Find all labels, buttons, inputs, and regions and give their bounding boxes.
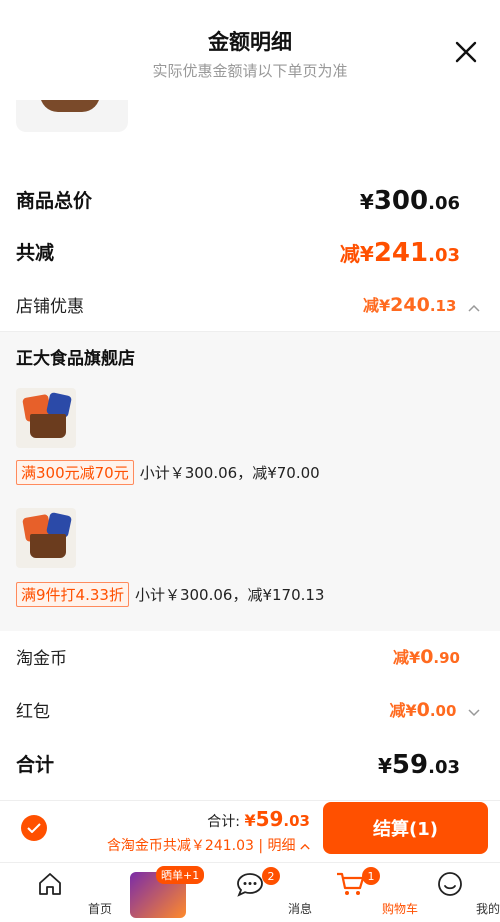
product-image[interactable] bbox=[16, 508, 76, 568]
chat-icon bbox=[236, 871, 264, 901]
store-discount-row[interactable]: 店铺优惠 减¥240.13 bbox=[0, 292, 500, 322]
total-reduce-value: 减¥241.03 bbox=[339, 238, 460, 268]
store-discount-label: 店铺优惠 bbox=[16, 297, 84, 317]
sheet-title: 金额明细 bbox=[208, 30, 292, 54]
close-icon[interactable] bbox=[454, 40, 478, 64]
redpacket-row[interactable]: 红包 减¥0.00 bbox=[0, 697, 500, 727]
tab-cart[interactable]: 1 购物车 bbox=[300, 863, 418, 922]
promo-tag: 满300元减70元 bbox=[16, 460, 134, 485]
sheet-subtitle: 实际优惠金额请以下单页为准 bbox=[152, 62, 348, 80]
total-row: 合计 ¥59.03 bbox=[0, 750, 500, 782]
home-icon bbox=[37, 871, 63, 901]
checkout-bar: 合计: ¥59.03 含淘金币共减￥241.03 | 明细 结算(1) bbox=[0, 800, 500, 862]
footer-total: 合计: ¥59.03 bbox=[207, 807, 310, 831]
promo-badge: 晒单+1 bbox=[156, 866, 205, 884]
chevron-down-icon[interactable] bbox=[468, 702, 480, 721]
footer-detail-link[interactable]: 含淘金币共减￥241.03 | 明细 bbox=[107, 835, 310, 855]
promo-line: 满9件打4.33折 小计￥300.06，减¥170.13 bbox=[16, 582, 324, 607]
total-label: 合计 bbox=[16, 754, 55, 776]
coin-row: 淘金币 减¥0.90 bbox=[0, 644, 500, 674]
checkout-button[interactable]: 结算(1) bbox=[323, 802, 488, 854]
bottom-tab-bar: 首页 2 消息 1 购物车 我的淘宝 bbox=[0, 862, 500, 922]
smile-icon bbox=[437, 871, 463, 901]
chevron-up-icon bbox=[300, 843, 310, 850]
store-discount-value: 减¥240.13 bbox=[363, 292, 480, 316]
product-image[interactable] bbox=[16, 388, 76, 448]
promo-detail: 小计￥300.06，减¥170.13 bbox=[134, 586, 325, 604]
total-reduce-label: 共减 bbox=[16, 242, 55, 264]
promo-tag: 满9件打4.33折 bbox=[16, 582, 129, 607]
tab-mine[interactable]: 我的淘宝 bbox=[400, 863, 500, 922]
total-value: ¥59.03 bbox=[378, 750, 460, 780]
cart-badge: 1 bbox=[362, 867, 380, 885]
store-detail-panel: 正大食品旗舰店 满300元减70元 小计￥300.06，减¥70.00 满9件打… bbox=[0, 331, 500, 631]
promo-detail: 小计￥300.06，减¥70.00 bbox=[139, 464, 320, 482]
goods-total-row: 商品总价 ¥300.06 bbox=[0, 186, 500, 218]
cart-icon bbox=[335, 871, 365, 901]
select-all-checkbox[interactable] bbox=[21, 815, 47, 841]
messages-badge: 2 bbox=[262, 867, 280, 885]
redpacket-value: 减¥0.00 bbox=[389, 697, 480, 721]
redpacket-label: 红包 bbox=[16, 702, 50, 722]
goods-total-label: 商品总价 bbox=[16, 190, 93, 212]
coin-label: 淘金币 bbox=[16, 649, 67, 669]
amount-detail-sheet: 金额明细 实际优惠金额请以下单页为准 商品总价 ¥300.06 共减 减¥241… bbox=[0, 0, 500, 800]
sheet-header: 金额明细 实际优惠金额请以下单页为准 bbox=[0, 0, 500, 100]
store-name: 正大食品旗舰店 bbox=[16, 349, 135, 369]
coin-value: 减¥0.90 bbox=[393, 646, 460, 668]
tab-messages[interactable]: 2 消息 bbox=[200, 863, 312, 922]
tab-home[interactable]: 首页 bbox=[0, 863, 112, 922]
chevron-up-icon[interactable] bbox=[468, 297, 480, 316]
promo-line: 满300元减70元 小计￥300.06，减¥70.00 bbox=[16, 460, 320, 485]
check-icon bbox=[27, 823, 41, 833]
total-reduce-row: 共减 减¥241.03 bbox=[0, 238, 500, 270]
goods-total-value: ¥300.06 bbox=[359, 186, 460, 216]
